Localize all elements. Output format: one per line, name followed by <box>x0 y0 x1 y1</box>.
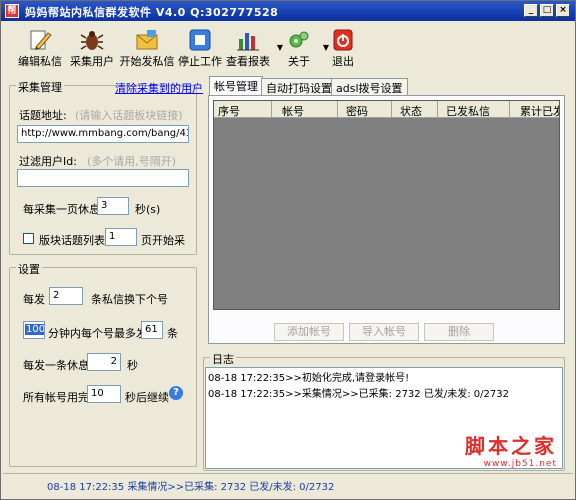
tab-accounts[interactable]: 帐号管理 <box>209 76 263 95</box>
pencil-icon <box>30 30 52 50</box>
col-status[interactable]: 状态 <box>392 101 438 118</box>
watermark-url: www.jb51.net <box>483 459 557 469</box>
exit-button[interactable]: 退出 <box>325 23 361 71</box>
log-line: 08-18 17:22:35>>初始化完成,请登录帐号! <box>208 373 410 384</box>
status-bar: 08-18 17:22:35 采集情况>>已采集: 2732 已发/未发: 0/… <box>3 473 573 495</box>
collect-users-button[interactable]: 采集用户 <box>67 23 117 71</box>
col-password[interactable]: 密码 <box>338 101 392 118</box>
topic-hint: (请输入话题板块链接) <box>75 109 183 122</box>
block-page-input[interactable]: 1 <box>105 228 137 246</box>
mail-icon <box>136 30 158 50</box>
send-rest-input[interactable]: 2 <box>87 353 121 371</box>
grid-header: 序号 帐号 密码 状态 已发私信 累计已发 <box>214 101 559 118</box>
accounts-panel: 序号 帐号 密码 状态 已发私信 累计已发 添加帐号 导入帐号 删除 <box>208 95 565 344</box>
settings-legend: 设置 <box>16 261 42 277</box>
topic-label: 话题地址: <box>19 109 67 122</box>
max-suffix: 条 <box>167 327 178 340</box>
gears-icon <box>289 31 309 48</box>
minutes-value: 100 <box>25 324 45 335</box>
tab-captcha-settings[interactable]: 自动打码设置 <box>261 78 337 95</box>
collect-legend: 采集管理 <box>16 79 64 95</box>
maximize-button[interactable]: □ <box>540 4 554 17</box>
col-index[interactable]: 序号 <box>214 101 272 118</box>
stop-work-label: 停止工作 <box>178 55 222 68</box>
filter-hint: (多个请用,号隔开) <box>87 155 177 168</box>
per-send-input[interactable]: 2 <box>49 287 83 305</box>
minutes-label: 分钟内每个号最多发 <box>48 327 147 340</box>
window-title: 妈妈帮站内私信群发软件 V4.0 Q:302777528 <box>25 6 279 19</box>
bug-icon <box>80 31 104 50</box>
topic-url-input[interactable]: http://www.mmbang.com/bang/436 <box>17 125 189 143</box>
accounts-grid[interactable]: 序号 帐号 密码 状态 已发私信 累计已发 <box>213 100 560 310</box>
minutes-input[interactable]: 100 <box>23 321 45 339</box>
status-text: 08-18 17:22:35 采集情况>>已采集: 2732 已发/未发: 0/… <box>47 482 335 493</box>
title-bar[interactable]: 帮 妈妈帮站内私信群发软件 V4.0 Q:302777528 _ □ × <box>1 1 575 21</box>
log-legend: 日志 <box>210 351 236 367</box>
per-send-suffix: 条私信换下个号 <box>91 293 168 306</box>
toolbar: 编辑私信 采集用户 开始发私信 停止工作 查看报表 ▼ 关于 ▼ 退出 <box>3 23 573 71</box>
tab-adsl-settings[interactable]: adsl拨号设置 <box>331 78 408 95</box>
send-rest-suffix: 秒 <box>127 359 138 372</box>
col-total-sent[interactable]: 累计已发 <box>510 101 559 118</box>
cycle-suffix: 秒后继续 <box>125 391 169 404</box>
import-account-button[interactable]: 导入帐号 <box>349 323 419 341</box>
exit-icon <box>333 29 353 51</box>
view-report-button[interactable]: 查看报表 ▼ <box>223 23 283 71</box>
edit-message-label: 编辑私信 <box>18 55 62 68</box>
close-button[interactable]: × <box>556 4 570 17</box>
add-account-button[interactable]: 添加帐号 <box>274 323 344 341</box>
collect-rest-label: 每采集一页休息 <box>23 203 100 216</box>
cycle-label: 所有帐号用完 <box>23 391 89 404</box>
help-icon[interactable]: ? <box>169 386 183 400</box>
cycle-input[interactable]: 10 <box>87 385 121 403</box>
watermark-title: 脚本之家 <box>465 434 557 458</box>
stop-work-button[interactable]: 停止工作 <box>175 23 225 71</box>
chart-icon <box>237 33 259 51</box>
start-send-button[interactable]: 开始发私信 <box>117 23 177 71</box>
col-sent[interactable]: 已发私信 <box>438 101 510 118</box>
block-page-suffix: 页开始采 <box>141 234 185 247</box>
stop-icon <box>189 29 211 51</box>
block-start-checkbox[interactable] <box>23 233 34 244</box>
log-line: 08-18 17:22:35>>采集情况>>已采集: 2732 已发/未发: 0… <box>208 389 509 400</box>
view-report-label: 查看报表 <box>226 55 270 68</box>
minimize-button[interactable]: _ <box>524 4 538 17</box>
delete-account-button[interactable]: 删除 <box>424 323 494 341</box>
col-account[interactable]: 帐号 <box>272 101 338 118</box>
filter-user-input[interactable] <box>17 169 189 187</box>
exit-label: 退出 <box>332 55 354 68</box>
collect-rest-input[interactable]: 3 <box>97 197 129 215</box>
send-rest-label: 每发一条休息 <box>23 359 89 372</box>
about-button[interactable]: 关于 ▼ <box>279 23 329 71</box>
watermark: 脚本之家 www.jb51.net <box>465 430 557 469</box>
app-icon: 帮 <box>5 4 19 18</box>
about-label: 关于 <box>288 55 310 68</box>
per-send-label: 每发 <box>23 293 45 306</box>
collect-users-label: 采集用户 <box>70 55 114 68</box>
edit-message-button[interactable]: 编辑私信 <box>15 23 65 71</box>
max-per-account-input[interactable]: 61 <box>141 321 163 339</box>
start-send-label: 开始发私信 <box>119 55 175 68</box>
collect-rest-suffix: 秒(s) <box>135 203 161 216</box>
clear-collected-link[interactable]: 清除采集到的用户 <box>115 80 203 96</box>
app-window: 帮 妈妈帮站内私信群发软件 V4.0 Q:302777528 _ □ × 编辑私… <box>0 0 576 500</box>
filter-label: 过滤用户Id: <box>19 155 77 168</box>
